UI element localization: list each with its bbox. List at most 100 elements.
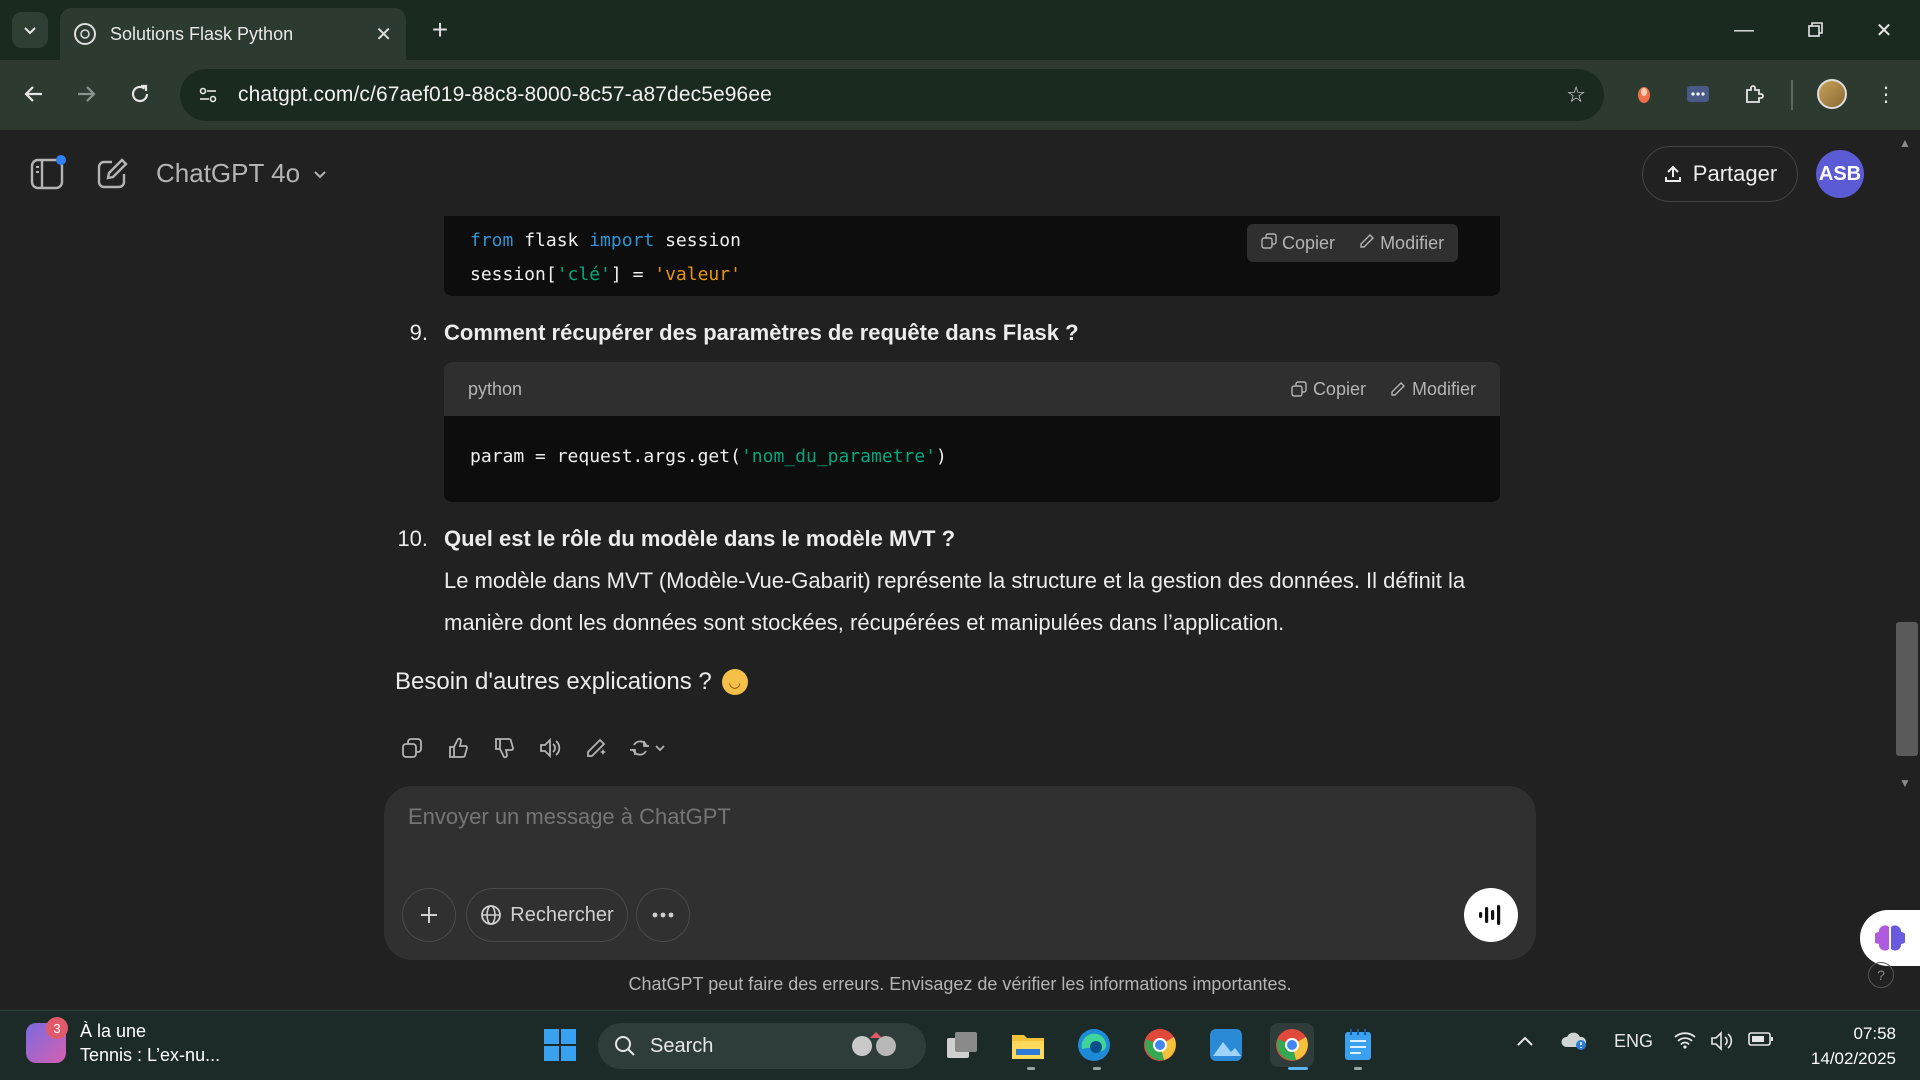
file-explorer-icon[interactable] [1006, 1023, 1050, 1067]
notepad-icon[interactable] [1336, 1023, 1380, 1067]
attach-button[interactable] [402, 888, 456, 942]
language-indicator[interactable]: ENG [1614, 1031, 1653, 1052]
scrollbar-thumb[interactable] [1896, 622, 1918, 756]
chrome-menu-icon[interactable]: ⋮ [1866, 74, 1906, 114]
message-input[interactable] [408, 804, 1508, 830]
plus-icon [421, 907, 437, 923]
restore-button[interactable] [1788, 10, 1844, 50]
code-actions-sticky: Copier Modifier [1247, 224, 1459, 262]
wifi-icon[interactable] [1674, 1031, 1696, 1054]
photos-app-icon[interactable] [1204, 1023, 1248, 1067]
profile-avatar-icon[interactable] [1812, 74, 1852, 114]
code-line: session['clé'] = 'valeur' [470, 264, 741, 285]
arrow-right-icon [78, 86, 96, 102]
close-window-button[interactable]: ✕ [1856, 10, 1912, 50]
show-hidden-icons-icon[interactable] [1516, 1031, 1534, 1052]
close-tab-icon[interactable]: ✕ [375, 22, 392, 47]
model-selector[interactable]: ChatGPT 4o [156, 158, 328, 189]
news-widget-icon: 3 [26, 1017, 68, 1063]
code-line: param = request.args.get('nom_du_paramet… [470, 446, 947, 467]
new-chat-button[interactable] [92, 154, 132, 194]
waveform-icon [1479, 905, 1501, 925]
reload-icon [131, 84, 149, 103]
taskbar-search[interactable]: Search [598, 1023, 926, 1069]
chrome-profile-icon[interactable] [1138, 1023, 1182, 1067]
brain-icon [1875, 925, 1905, 951]
scroll-up-arrow-icon[interactable]: ▲ [1899, 136, 1911, 150]
chevron-down-icon [314, 170, 326, 178]
bookmark-star-icon[interactable]: ☆ [1566, 82, 1586, 108]
new-tab-button[interactable]: + [424, 12, 456, 48]
list-number: 9. [409, 320, 428, 345]
copy-message-button[interactable] [396, 732, 428, 764]
notification-badge: 3 [46, 1017, 68, 1039]
help-icon[interactable]: ? [1868, 962, 1894, 988]
page-scrollbar[interactable] [1898, 130, 1920, 1010]
tab-search-button[interactable] [12, 12, 48, 48]
list-number: 10. [397, 526, 428, 551]
voice-mode-button[interactable] [1464, 888, 1518, 942]
copy-icon [1261, 232, 1277, 249]
scroll-down-arrow-icon[interactable]: ▼ [1899, 776, 1911, 790]
closing-message: Besoin d'autres explications ? ◡ [395, 668, 748, 696]
task-view-icon[interactable] [940, 1023, 984, 1067]
message-actions [396, 732, 674, 764]
ellipsis-icon [652, 912, 674, 918]
share-button[interactable]: Partager [1642, 146, 1798, 202]
minimize-button[interactable]: — [1716, 10, 1772, 50]
copy-icon [1291, 381, 1307, 397]
edit-canvas-button[interactable] [580, 732, 612, 764]
edit-code-button[interactable]: Modifier [1390, 379, 1476, 400]
thumbs-up-button[interactable] [442, 732, 474, 764]
volume-icon[interactable] [1710, 1031, 1736, 1056]
search-label: Rechercher [510, 903, 614, 926]
disclaimer-text: ChatGPT peut faire des erreurs. Envisage… [628, 974, 1292, 994]
search-icon [615, 1036, 635, 1056]
chat-header: ChatGPT 4o Partager ASB [0, 130, 1898, 216]
share-label: Partager [1692, 161, 1778, 186]
tab-title: Solutions Flask Python [110, 23, 294, 44]
news-title: À la une [80, 1021, 147, 1041]
sidebar-assistant-button[interactable] [1860, 910, 1920, 966]
read-aloud-button[interactable] [534, 732, 566, 764]
pencil-icon [1360, 233, 1375, 248]
url-text: chatgpt.com/c/67aef019-88c8-8000-8c57-a8… [238, 83, 772, 106]
browser-tab-active[interactable]: Solutions Flask Python ✕ [60, 8, 406, 60]
extension-password-icon[interactable] [1678, 74, 1718, 114]
regenerate-button[interactable] [626, 732, 674, 764]
address-bar[interactable]: chatgpt.com/c/67aef019-88c8-8000-8c57-a8… [180, 69, 1604, 121]
copy-code-button[interactable]: Copier [1261, 233, 1335, 254]
browser-toolbar: chatgpt.com/c/67aef019-88c8-8000-8c57-a8… [0, 60, 1920, 130]
answer-text: Le modèle dans MVT (Modèle-Vue-Gabarit) … [444, 568, 1466, 635]
compose-icon [97, 158, 128, 189]
chrome-active-icon[interactable] [1270, 1023, 1314, 1067]
news-widget[interactable]: 3 À la une Tennis : L’ex-nu... [26, 1017, 220, 1067]
code-block-request-args: python Copier Modifier param = request.a… [444, 362, 1500, 502]
back-button[interactable] [14, 74, 54, 114]
more-tools-button[interactable] [636, 888, 690, 942]
forward-button[interactable] [66, 74, 106, 114]
toolbar-divider [1791, 80, 1793, 110]
site-settings-icon[interactable] [198, 84, 220, 106]
system-clock[interactable]: 07:58 14/02/2025 [1796, 1021, 1896, 1071]
sidebar-icon [30, 155, 66, 190]
user-avatar[interactable]: ASB [1816, 150, 1864, 198]
question-heading: Comment récupérer des paramètres de requ… [444, 320, 1079, 345]
model-name-label: ChatGPT 4o [156, 158, 301, 188]
sidebar-toggle-button[interactable] [28, 154, 68, 194]
search-web-button[interactable]: Rechercher [466, 888, 628, 942]
windows-taskbar: 3 À la une Tennis : L’ex-nu... Search EN… [0, 1010, 1920, 1080]
battery-icon[interactable] [1748, 1031, 1774, 1052]
extension-record-icon[interactable] [1624, 74, 1664, 114]
onedrive-icon[interactable] [1560, 1031, 1588, 1056]
copy-code-button[interactable]: Copier [1291, 379, 1366, 400]
restore-icon [1808, 22, 1823, 37]
edit-code-button[interactable]: Modifier [1359, 233, 1444, 254]
thumbs-down-button[interactable] [488, 732, 520, 764]
edge-browser-icon[interactable] [1072, 1023, 1116, 1067]
arrow-left-icon [24, 86, 42, 102]
chevron-down-icon [24, 27, 36, 35]
windows-start-icon[interactable] [538, 1023, 582, 1067]
extensions-puzzle-icon[interactable] [1734, 74, 1774, 114]
reload-button[interactable] [120, 74, 160, 114]
